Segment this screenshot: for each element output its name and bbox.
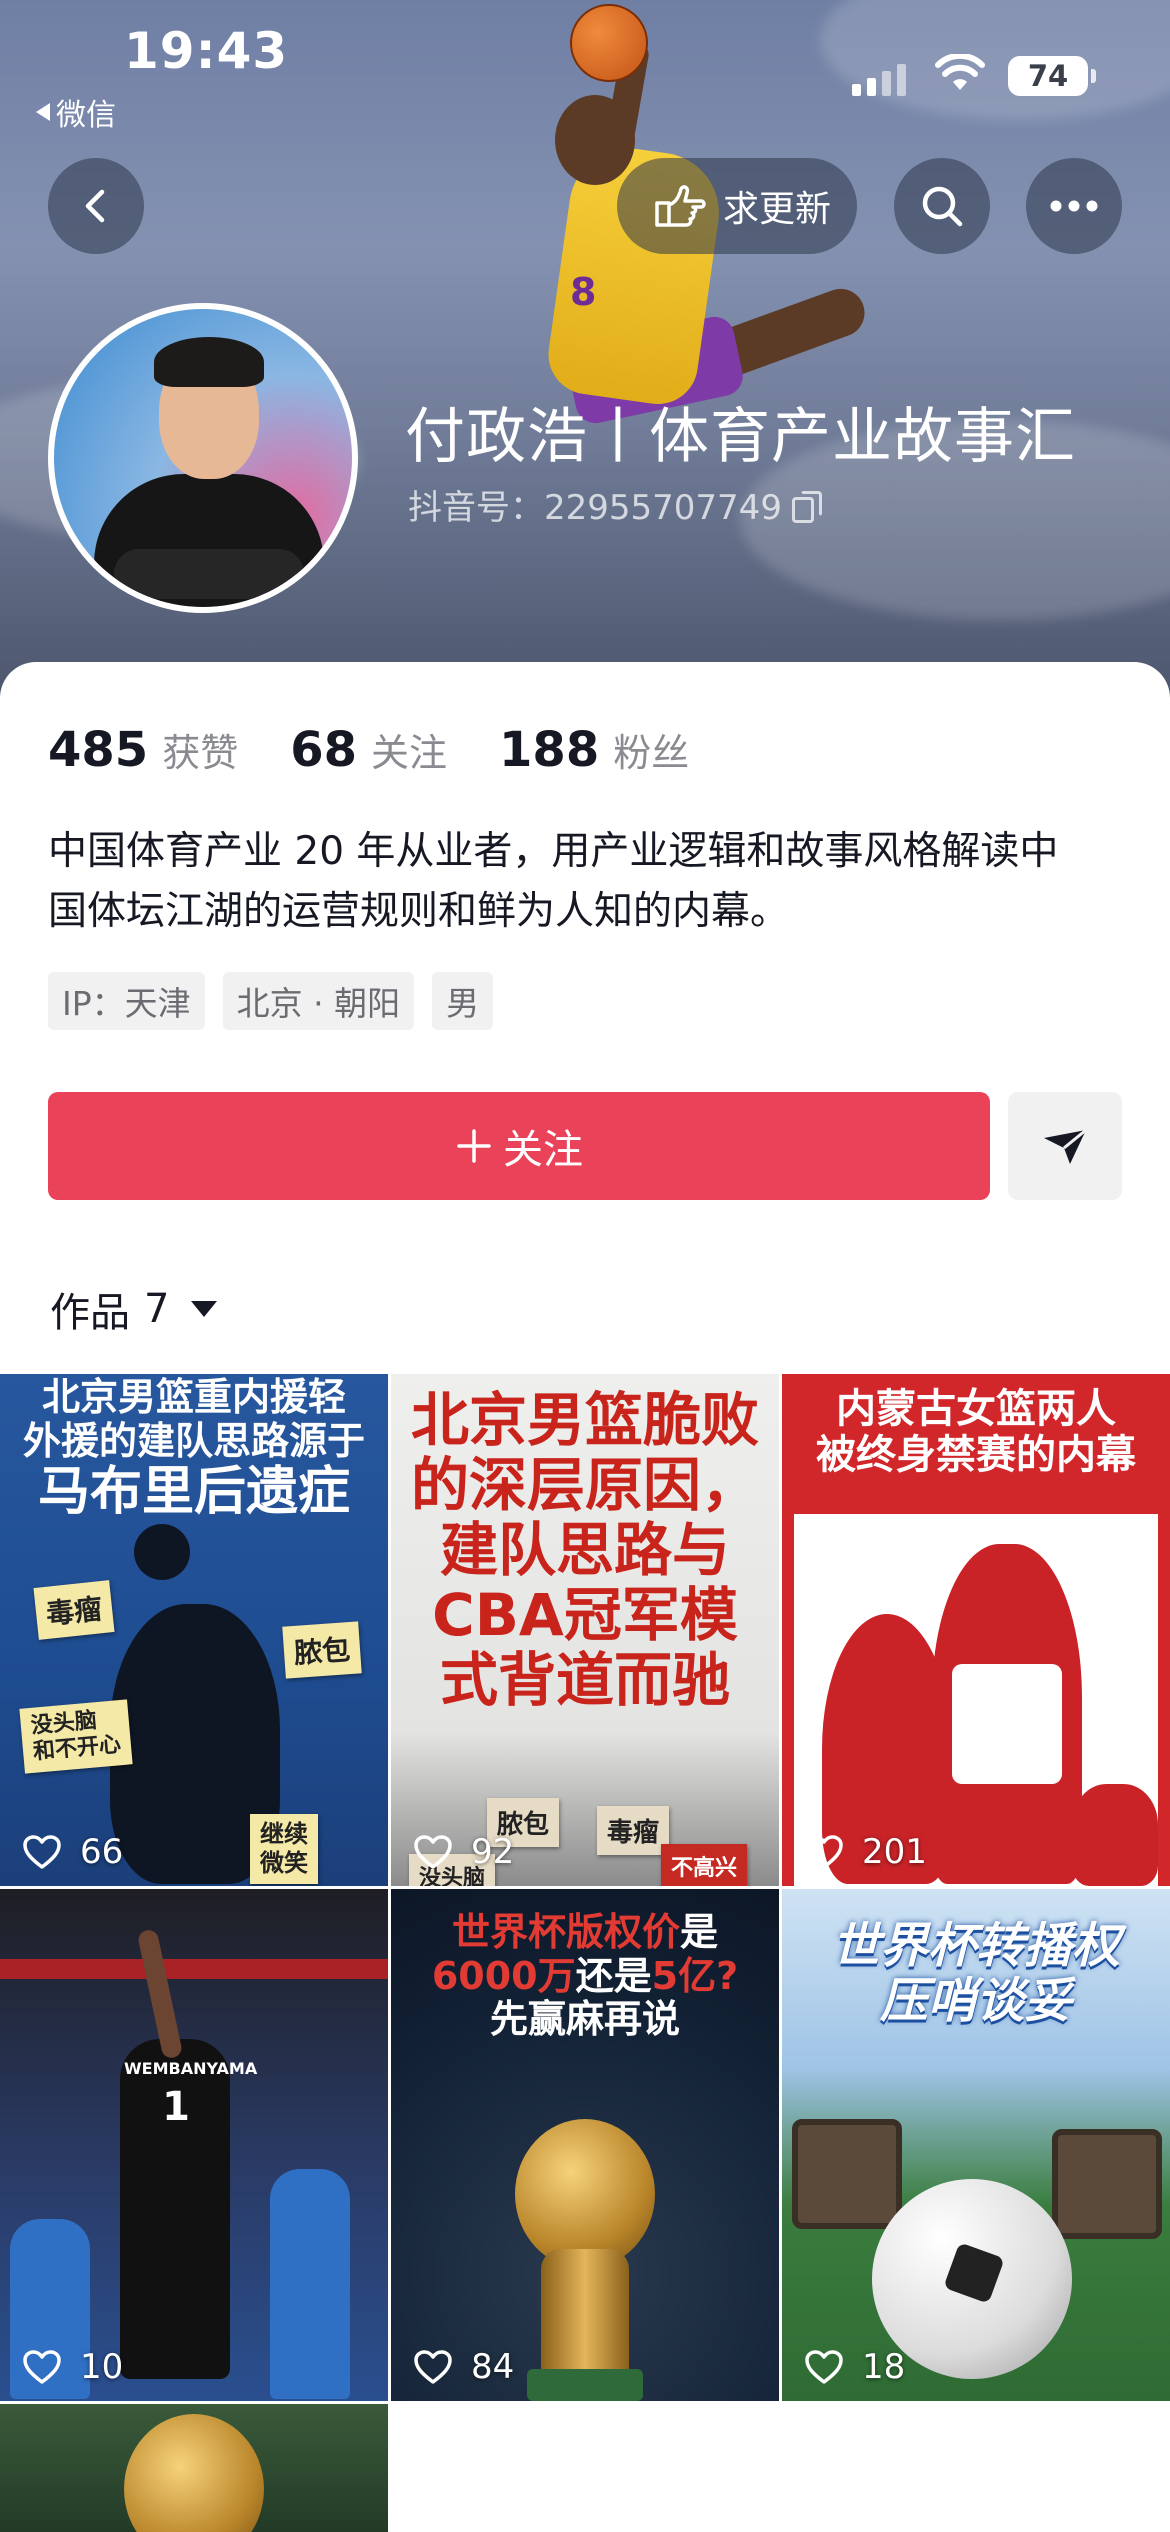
heart-icon	[805, 1835, 843, 1869]
tile-title: 北京男篮重内援轻 外援的建队思路源于 马布里后遗症	[22, 1375, 365, 1523]
search-button[interactable]	[894, 158, 990, 254]
request-update-button[interactable]: 求更新	[617, 158, 857, 254]
follow-button[interactable]: 关注	[48, 1092, 990, 1200]
tile-title: 内蒙古女篮两人 被终身禁赛的内幕	[816, 1386, 1136, 1478]
copy-icon[interactable]	[791, 490, 822, 523]
status-time: 19:43	[124, 22, 289, 80]
profile-banner: 8 19:43 微信 74 求更新 付政浩丨体育产业故事汇 抖音号：229557…	[0, 0, 1170, 700]
douyin-id[interactable]: 抖音号：22955707749	[408, 480, 822, 529]
more-dots-icon	[1050, 200, 1098, 212]
dropdown-caret-icon	[191, 1301, 218, 1317]
request-update-label: 求更新	[723, 189, 832, 230]
back-to-wechat-link[interactable]: 微信	[36, 90, 116, 134]
profile-name: 付政浩丨体育产业故事汇	[405, 402, 1076, 472]
heart-icon	[23, 2350, 61, 2384]
profile-tags: IP：天津 北京 · 朝阳 男	[48, 972, 494, 1030]
world-cup-trophy-icon	[124, 2414, 264, 2532]
like-count: 66	[22, 1832, 123, 1872]
bio-line: 国体坛江湖的运营规则和鲜为人知的内幕。	[48, 889, 790, 934]
heart-icon	[414, 1835, 452, 1869]
jersey-name: WEMBANYAMA	[124, 2059, 258, 2078]
sticky-note: 毒瘤	[597, 1806, 670, 1855]
chevron-left-icon	[85, 189, 105, 223]
stat-label: 获赞	[162, 731, 239, 775]
heart-icon	[414, 2350, 452, 2384]
ball-silhouette	[134, 1524, 190, 1580]
stat-label: 关注	[371, 731, 448, 775]
sticky-note: 不高兴	[661, 1844, 748, 1886]
tile-title: 世界杯版权价是 6000万还是5亿? 先赢麻再说	[431, 1910, 739, 2042]
tile-title: 世界杯转播权 压哨谈妥	[831, 1918, 1120, 2030]
stat-value: 188	[499, 722, 600, 778]
stat-likes[interactable]: 485 获赞	[48, 722, 238, 778]
tag-ip: IP：天津	[48, 972, 205, 1030]
tile-title: 北京男篮脆败 的深层原因， 建队思路与 CBA冠军模 式背道而驰	[410, 1386, 759, 1714]
heart-icon	[23, 1835, 61, 1869]
sticky-note: 继续 微笑	[250, 1814, 318, 1884]
video-tile[interactable]	[0, 2404, 388, 2532]
tv-icon	[1052, 2129, 1162, 2239]
stat-followers[interactable]: 188 粉丝	[499, 722, 689, 778]
video-tile[interactable]: 世界杯版权价是 6000万还是5亿? 先赢麻再说 84	[391, 1889, 779, 2401]
like-count: 84	[413, 2347, 514, 2387]
douyin-id-text: 抖音号：22955707749	[408, 488, 782, 528]
video-tile[interactable]: 北京男篮重内援轻 外援的建队思路源于 马布里后遗症 毒瘤 脓包 没头脑 和不开心…	[0, 1374, 388, 1886]
sticky-note: 毒瘤	[33, 1580, 115, 1640]
profile-stats: 485 获赞 68 关注 188 粉丝	[48, 722, 741, 778]
message-button[interactable]	[1008, 1092, 1122, 1200]
like-count: 10	[22, 2347, 123, 2387]
like-count: 18	[804, 2347, 905, 2387]
money-bag-icon	[1072, 1784, 1158, 1886]
video-tile[interactable]: 内蒙古女篮两人 被终身禁赛的内幕 201	[782, 1374, 1170, 1886]
battery-indicator: 74	[1008, 56, 1096, 96]
profile-page: 8 19:43 微信 74 求更新 付政浩丨体育产业故事汇 抖音号：229557…	[0, 0, 1170, 2532]
works-count: 7	[144, 1286, 170, 1332]
tag-location: 北京 · 朝阳	[222, 972, 415, 1030]
profile-bio: 中国体育产业 20 年从业者，用产业逻辑和故事风格解读中 国体坛江湖的运营规则和…	[48, 822, 1128, 942]
like-count: 201	[804, 1832, 927, 1872]
bio-line: 中国体育产业 20 年从业者，用产业逻辑和故事风格解读中	[48, 829, 1059, 874]
back-app-label: 微信	[56, 98, 116, 133]
tag-gender: 男	[432, 972, 494, 1030]
stat-value: 68	[290, 722, 358, 778]
video-tile[interactable]: 北京男篮脆败 的深层原因， 建队思路与 CBA冠军模 式背道而驰 脓包 毒瘤 不…	[391, 1374, 779, 1886]
works-label: 作品	[50, 1290, 130, 1336]
avatar[interactable]	[48, 303, 358, 613]
more-options-button[interactable]	[1026, 158, 1122, 254]
back-button[interactable]	[48, 158, 144, 254]
search-icon	[922, 186, 963, 227]
paper-plane-icon	[1044, 1128, 1087, 1164]
sticky-note: 没头脑 和不开心	[19, 1699, 133, 1774]
plus-icon	[457, 1129, 491, 1163]
tv-icon	[792, 2119, 902, 2229]
back-triangle-icon	[36, 103, 50, 121]
stat-value: 485	[48, 722, 149, 778]
stat-following[interactable]: 68 关注	[290, 722, 447, 778]
follow-label: 关注	[503, 1127, 583, 1173]
jersey-number: 1	[162, 2084, 190, 2130]
video-tile[interactable]: WEMBANYAMA 1 10	[0, 1889, 388, 2401]
pointing-hand-icon	[655, 185, 706, 227]
works-tab[interactable]: 作品 7	[50, 1280, 218, 1338]
heart-icon	[805, 2350, 843, 2384]
video-tile[interactable]: 世界杯转播权 压哨谈妥 18	[782, 1889, 1170, 2401]
cellular-signal-icon	[852, 60, 906, 96]
basketball-icon	[570, 4, 648, 82]
stat-label: 粉丝	[613, 731, 690, 775]
wifi-icon	[935, 54, 985, 90]
sticky-note: 脓包	[282, 1621, 362, 1679]
like-count: 92	[413, 1832, 514, 1872]
